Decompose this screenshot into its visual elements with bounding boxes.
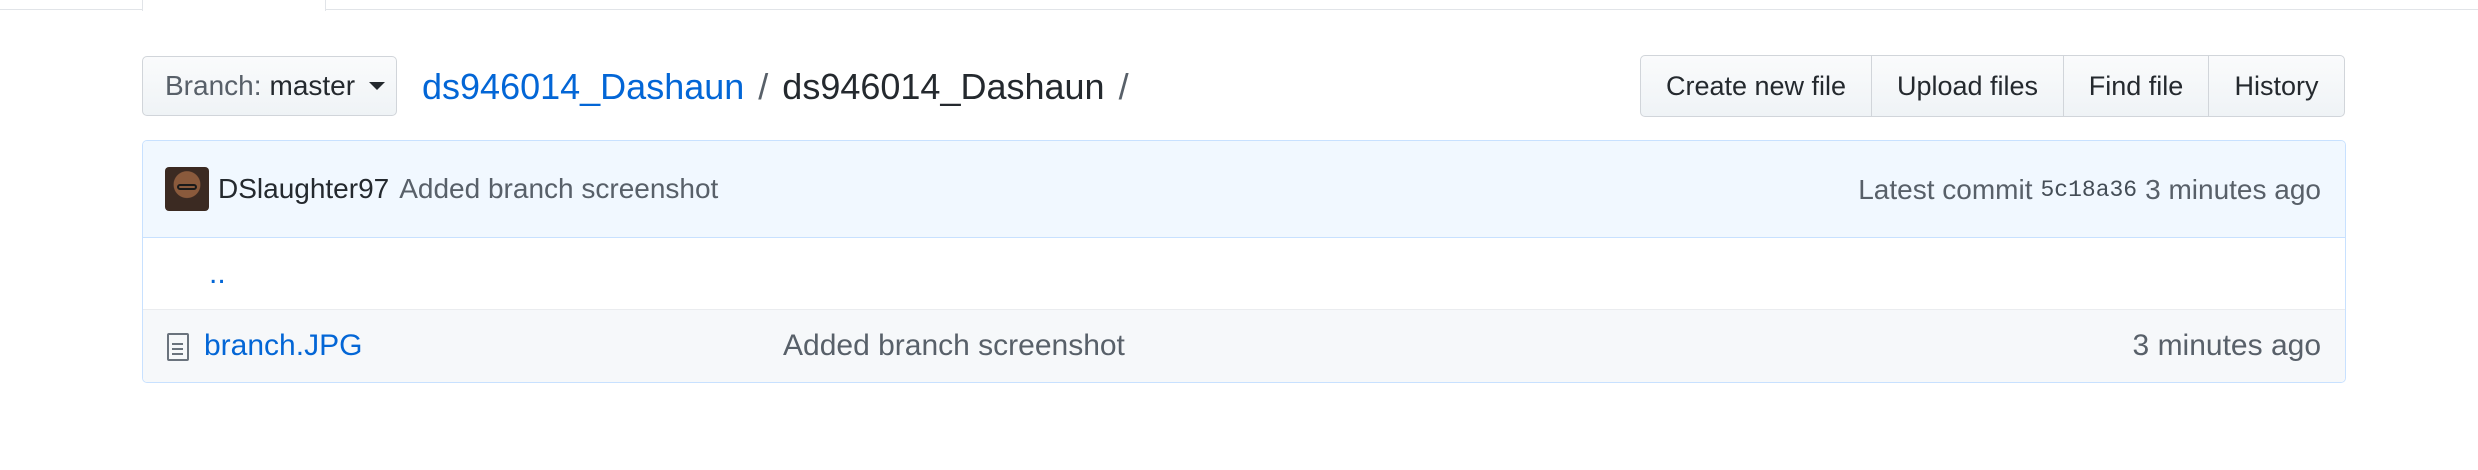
file-commit-message-link[interactable]: Added branch screenshot <box>783 329 1125 363</box>
breadcrumb-trailing-separator: / <box>1118 66 1129 107</box>
create-new-file-button[interactable]: Create new file <box>1640 55 1872 117</box>
file-name-link[interactable]: branch.JPG <box>204 329 362 363</box>
file-icon <box>167 333 189 361</box>
top-tab-strip <box>0 0 2478 11</box>
upload-files-button[interactable]: Upload files <box>1871 55 2064 117</box>
find-file-button[interactable]: Find file <box>2063 55 2209 117</box>
file-table: DSlaughter97 Added branch screenshot Lat… <box>142 140 2346 383</box>
branch-label: Branch: <box>165 70 262 101</box>
parent-directory-row[interactable]: .. <box>143 238 2345 310</box>
breadcrumb-repo-link[interactable]: ds946014_Dashaun <box>422 66 744 108</box>
history-button[interactable]: History <box>2208 55 2345 117</box>
file-age: 3 minutes ago <box>2132 329 2321 362</box>
branch-select-button[interactable]: Branch: master <box>142 56 397 116</box>
avatar[interactable] <box>165 167 209 211</box>
tab-active[interactable] <box>142 0 326 11</box>
commit-age: 3 minutes ago <box>2145 173 2321 205</box>
latest-commit-info: Latest commit 5c18a36 3 minutes ago <box>1858 141 2321 238</box>
table-row: branch.JPG Added branch screenshot 3 min… <box>143 310 2345 382</box>
breadcrumb-separator: / <box>758 66 769 107</box>
branch-value: master <box>269 70 356 101</box>
tab-left[interactable] <box>0 0 142 10</box>
caret-down-icon <box>369 82 386 90</box>
breadcrumb-current-dir: ds946014_Dashaun <box>782 66 1105 107</box>
commit-author-link[interactable]: DSlaughter97 <box>218 173 389 205</box>
latest-commit-bar: DSlaughter97 Added branch screenshot Lat… <box>143 141 2345 238</box>
file-actions-group: Create new file Upload files Find file H… <box>1640 55 2345 117</box>
breadcrumb: ds946014_Dashaun / ds946014_Dashaun / <box>422 62 1143 112</box>
commit-message-link[interactable]: Added branch screenshot <box>399 173 718 205</box>
parent-directory-link[interactable]: .. <box>209 257 226 291</box>
latest-commit-label: Latest commit <box>1858 173 2033 205</box>
commit-sha-link[interactable]: 5c18a36 <box>2040 177 2137 203</box>
